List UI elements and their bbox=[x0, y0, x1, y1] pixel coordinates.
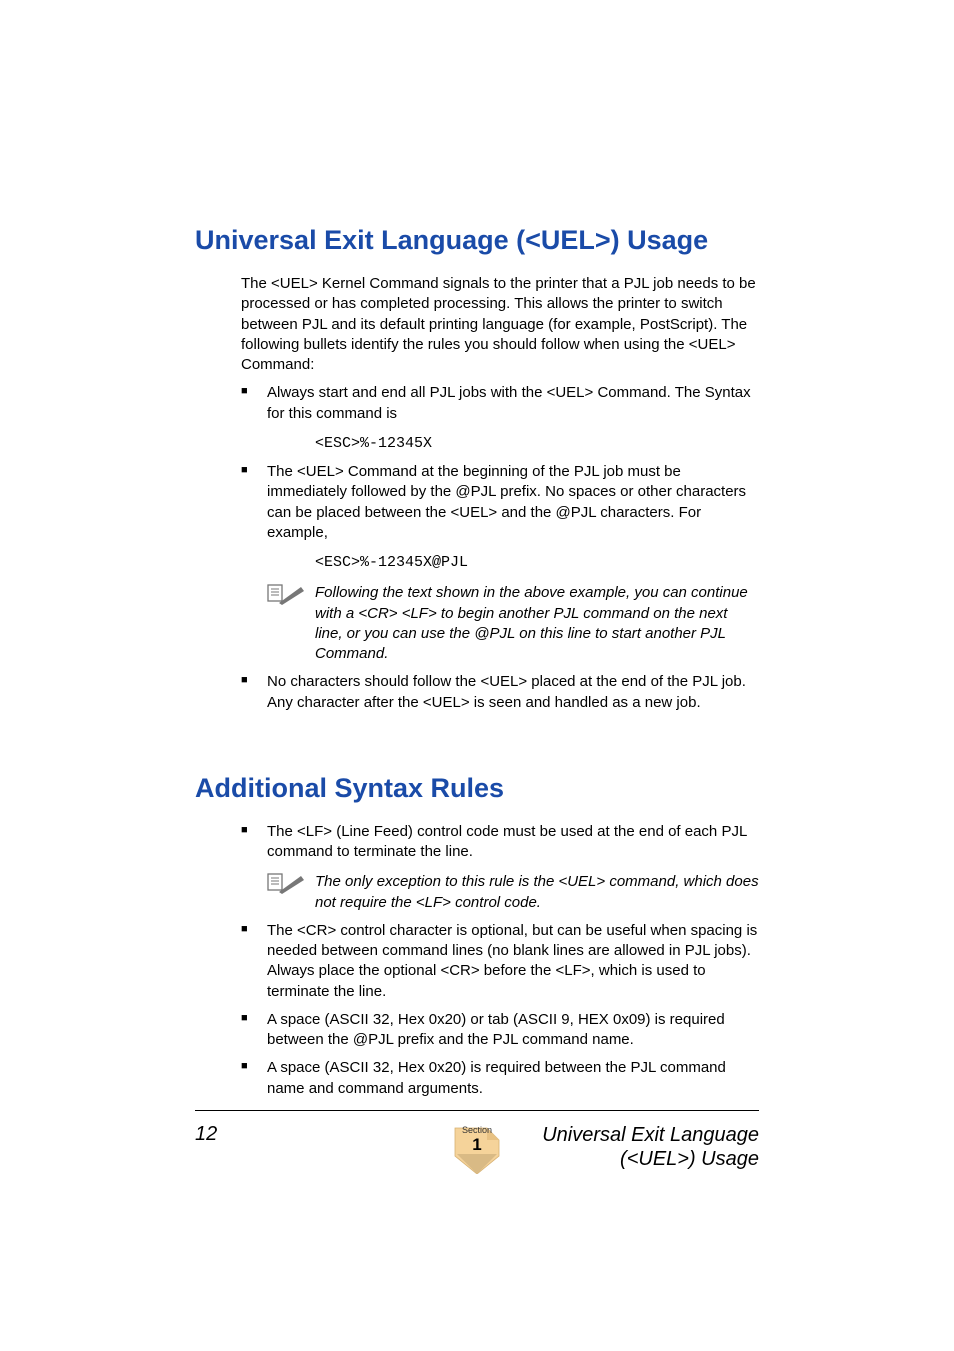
code-block: <ESC>%-12345X bbox=[315, 434, 759, 454]
list-item: No characters should follow the <UEL> pl… bbox=[241, 672, 759, 713]
bullet-text: Always start and end all PJL jobs with t… bbox=[267, 384, 751, 421]
page-footer: 12 Universal Exit Language (<UEL>) Usage… bbox=[195, 1110, 759, 1171]
bullet-list-2: The <LF> (Line Feed) control code must b… bbox=[241, 822, 759, 1099]
note-block: Following the text shown in the above ex… bbox=[267, 583, 759, 664]
footer-title-2: (<UEL>) Usage bbox=[542, 1147, 759, 1171]
bullet-text: A space (ASCII 32, Hex 0x20) or tab (ASC… bbox=[267, 1011, 725, 1048]
bullet-text: No characters should follow the <UEL> pl… bbox=[267, 673, 746, 710]
section-badge: Section 1 bbox=[447, 1122, 507, 1179]
list-item: A space (ASCII 32, Hex 0x20) is required… bbox=[241, 1058, 759, 1099]
heading-uel-usage: Universal Exit Language (<UEL>) Usage bbox=[195, 225, 759, 256]
footer-divider bbox=[195, 1110, 759, 1111]
intro-paragraph: The <UEL> Kernel Command signals to the … bbox=[241, 274, 759, 375]
bullet-text: The <LF> (Line Feed) control code must b… bbox=[267, 823, 747, 860]
footer-title-1: Universal Exit Language bbox=[542, 1123, 759, 1147]
section-number: 1 bbox=[447, 1135, 507, 1155]
footer-title: Universal Exit Language (<UEL>) Usage bbox=[542, 1123, 759, 1171]
list-item: The <CR> control character is optional, … bbox=[241, 921, 759, 1002]
intro-text: The <UEL> Kernel Command signals to the … bbox=[241, 274, 759, 375]
note-text: The only exception to this rule is the <… bbox=[315, 872, 759, 913]
bullet-list-1: Always start and end all PJL jobs with t… bbox=[241, 383, 759, 713]
page-number: 12 bbox=[195, 1123, 217, 1146]
note-block: The only exception to this rule is the <… bbox=[267, 872, 759, 913]
heading-additional-rules: Additional Syntax Rules bbox=[195, 773, 759, 804]
list-item: A space (ASCII 32, Hex 0x20) or tab (ASC… bbox=[241, 1010, 759, 1051]
bullet-text: The <CR> control character is optional, … bbox=[267, 922, 757, 1000]
note-pencil-icon bbox=[267, 583, 305, 605]
list-item: The <LF> (Line Feed) control code must b… bbox=[241, 822, 759, 913]
section-label: Section bbox=[447, 1125, 507, 1135]
document-page: Universal Exit Language (<UEL>) Usage Th… bbox=[0, 0, 954, 1099]
note-pencil-icon bbox=[267, 872, 305, 894]
list-item: The <UEL> Command at the beginning of th… bbox=[241, 462, 759, 664]
code-block: <ESC>%-12345X@PJL bbox=[315, 553, 759, 573]
bullet-text: A space (ASCII 32, Hex 0x20) is required… bbox=[267, 1059, 726, 1096]
note-text: Following the text shown in the above ex… bbox=[315, 583, 759, 664]
bullet-text: The <UEL> Command at the beginning of th… bbox=[267, 463, 746, 541]
list-item: Always start and end all PJL jobs with t… bbox=[241, 383, 759, 454]
